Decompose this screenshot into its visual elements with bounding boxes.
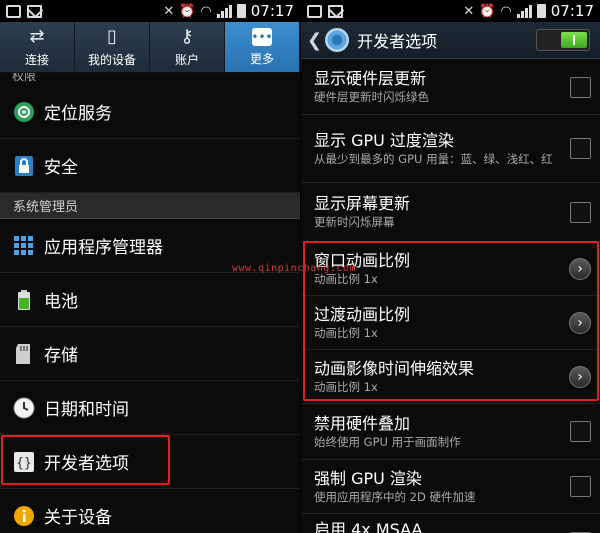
checkbox[interactable] <box>570 138 591 159</box>
list-item-label: 应用程序管理器 <box>44 238 163 258</box>
tab-label: 连接 <box>24 52 49 67</box>
sd-card-icon <box>13 343 35 365</box>
checkbox[interactable] <box>570 476 591 497</box>
setting-subtitle: 从最少到最多的 GPU 用量：蓝、绿、浅红、红 <box>314 151 553 166</box>
battery-icon <box>13 289 35 311</box>
setting-show-hw-layer-updates[interactable]: 显示硬件层更新硬件层更新时闪烁绿色 <box>301 60 600 115</box>
setting-show-screen-updates[interactable]: 显示屏幕更新更新时闪烁屏幕 <box>301 183 600 242</box>
list-item-location[interactable]: 定位服务 <box>0 85 300 139</box>
tab-my-device[interactable]: ▯ 我的设备 <box>75 22 150 72</box>
tab-more[interactable]: ••• 更多 <box>225 22 300 72</box>
more-dots-icon: ••• <box>251 27 273 46</box>
system-manager-section-header: 系统管理员 <box>0 193 300 219</box>
mail-notification-icon <box>27 4 42 18</box>
setting-title: 禁用硬件叠加 <box>314 413 411 433</box>
settings-tabs: ⇄ 连接 ▯ 我的设备 ⚷ 账户 ••• 更多 <box>0 22 300 73</box>
mail-notification-icon <box>328 4 343 18</box>
signal-icon <box>216 4 232 18</box>
tab-label: 我的设备 <box>87 52 136 67</box>
wifi-icon: ◠ <box>500 3 512 19</box>
permissions-section-header: 权限 <box>0 73 300 85</box>
image-notification-icon <box>307 4 322 18</box>
info-icon <box>13 505 35 527</box>
status-bar: ✕ ⏰ ◠ 07:17 <box>301 0 600 22</box>
list-item-storage[interactable]: 存储 <box>0 327 300 381</box>
tab-connections[interactable]: ⇄ 连接 <box>0 22 75 72</box>
list-item-label: 存储 <box>44 346 78 366</box>
tab-label: 更多 <box>249 51 274 66</box>
setting-force-gpu-rendering[interactable]: 强制 GPU 渲染 使用应用程序中的 2D 硬件加速 <box>301 460 600 514</box>
list-item-label: 定位服务 <box>44 104 112 124</box>
list-item-label: 安全 <box>44 158 78 178</box>
account-key-icon: ⚷ <box>180 26 194 47</box>
battery-status-icon <box>536 4 546 18</box>
checkbox[interactable] <box>570 421 591 442</box>
settings-gear-icon <box>325 28 350 52</box>
image-notification-icon <box>6 4 21 18</box>
setting-title: 强制 GPU 渲染 <box>314 468 422 488</box>
status-time: 07:17 <box>250 2 294 20</box>
list-item-label: 日期和时间 <box>44 400 129 420</box>
signal-icon <box>516 4 532 18</box>
list-item-battery[interactable]: 电池 <box>0 273 300 327</box>
list-item-label: 关于设备 <box>44 508 112 528</box>
app-grid-icon <box>13 235 35 257</box>
setting-show-gpu-overdraw[interactable]: 显示 GPU 过度渲染 从最少到最多的 GPU 用量：蓝、绿、浅红、红 <box>301 115 600 183</box>
tab-label: 账户 <box>174 52 199 67</box>
mute-icon: ✕ <box>163 3 175 19</box>
my-device-icon: ▯ <box>107 26 117 47</box>
setting-title: 显示硬件层更新 <box>314 69 427 88</box>
list-item-label: 电池 <box>44 292 78 312</box>
developer-options-toggle[interactable] <box>536 29 590 51</box>
watermark-text: www.qinpinchang.com <box>232 263 356 274</box>
status-time: 07:17 <box>550 2 594 20</box>
setting-subtitle: 更新时闪烁屏幕 <box>314 215 395 229</box>
status-bar: ✕ ⏰ ◠ 07:17 <box>0 0 300 22</box>
list-item-date-time[interactable]: 日期和时间 <box>0 381 300 435</box>
list-item-security[interactable]: 安全 <box>0 139 300 193</box>
setting-subtitle: 使用应用程序中的 2D 硬件加速 <box>314 489 476 504</box>
setting-disable-hw-overlays[interactable]: 禁用硬件叠加 始终使用 GPU 用于画面制作 <box>301 404 600 460</box>
setting-title: 启用 4x MSAA <box>314 520 423 533</box>
connections-icon: ⇄ <box>29 26 45 47</box>
location-icon <box>13 101 35 123</box>
list-item-about-device[interactable]: 关于设备 <box>0 489 300 533</box>
developer-options-highlight <box>1 435 170 485</box>
lock-icon <box>13 155 35 177</box>
checkbox[interactable] <box>570 76 591 98</box>
setting-title: 显示 GPU 过度渲染 <box>314 130 454 150</box>
developer-options-header: ❮ 开发者选项 <box>301 22 600 59</box>
back-chevron-icon[interactable]: ❮ <box>307 30 322 51</box>
alarm-icon: ⏰ <box>179 3 196 19</box>
checkbox[interactable] <box>570 201 591 223</box>
setting-subtitle: 始终使用 GPU 用于画面制作 <box>314 434 461 449</box>
battery-status-icon <box>236 4 246 18</box>
tab-accounts[interactable]: ⚷ 账户 <box>150 22 225 72</box>
wifi-icon: ◠ <box>200 3 212 19</box>
page-title: 开发者选项 <box>357 32 438 51</box>
clock-icon <box>13 397 35 419</box>
setting-enable-4x-msaa[interactable]: 启用 4x MSAA <box>301 514 600 533</box>
alarm-icon: ⏰ <box>479 3 496 19</box>
mute-icon: ✕ <box>463 3 475 19</box>
setting-title: 显示屏幕更新 <box>314 194 411 213</box>
setting-subtitle: 硬件层更新时闪烁绿色 <box>314 90 429 104</box>
